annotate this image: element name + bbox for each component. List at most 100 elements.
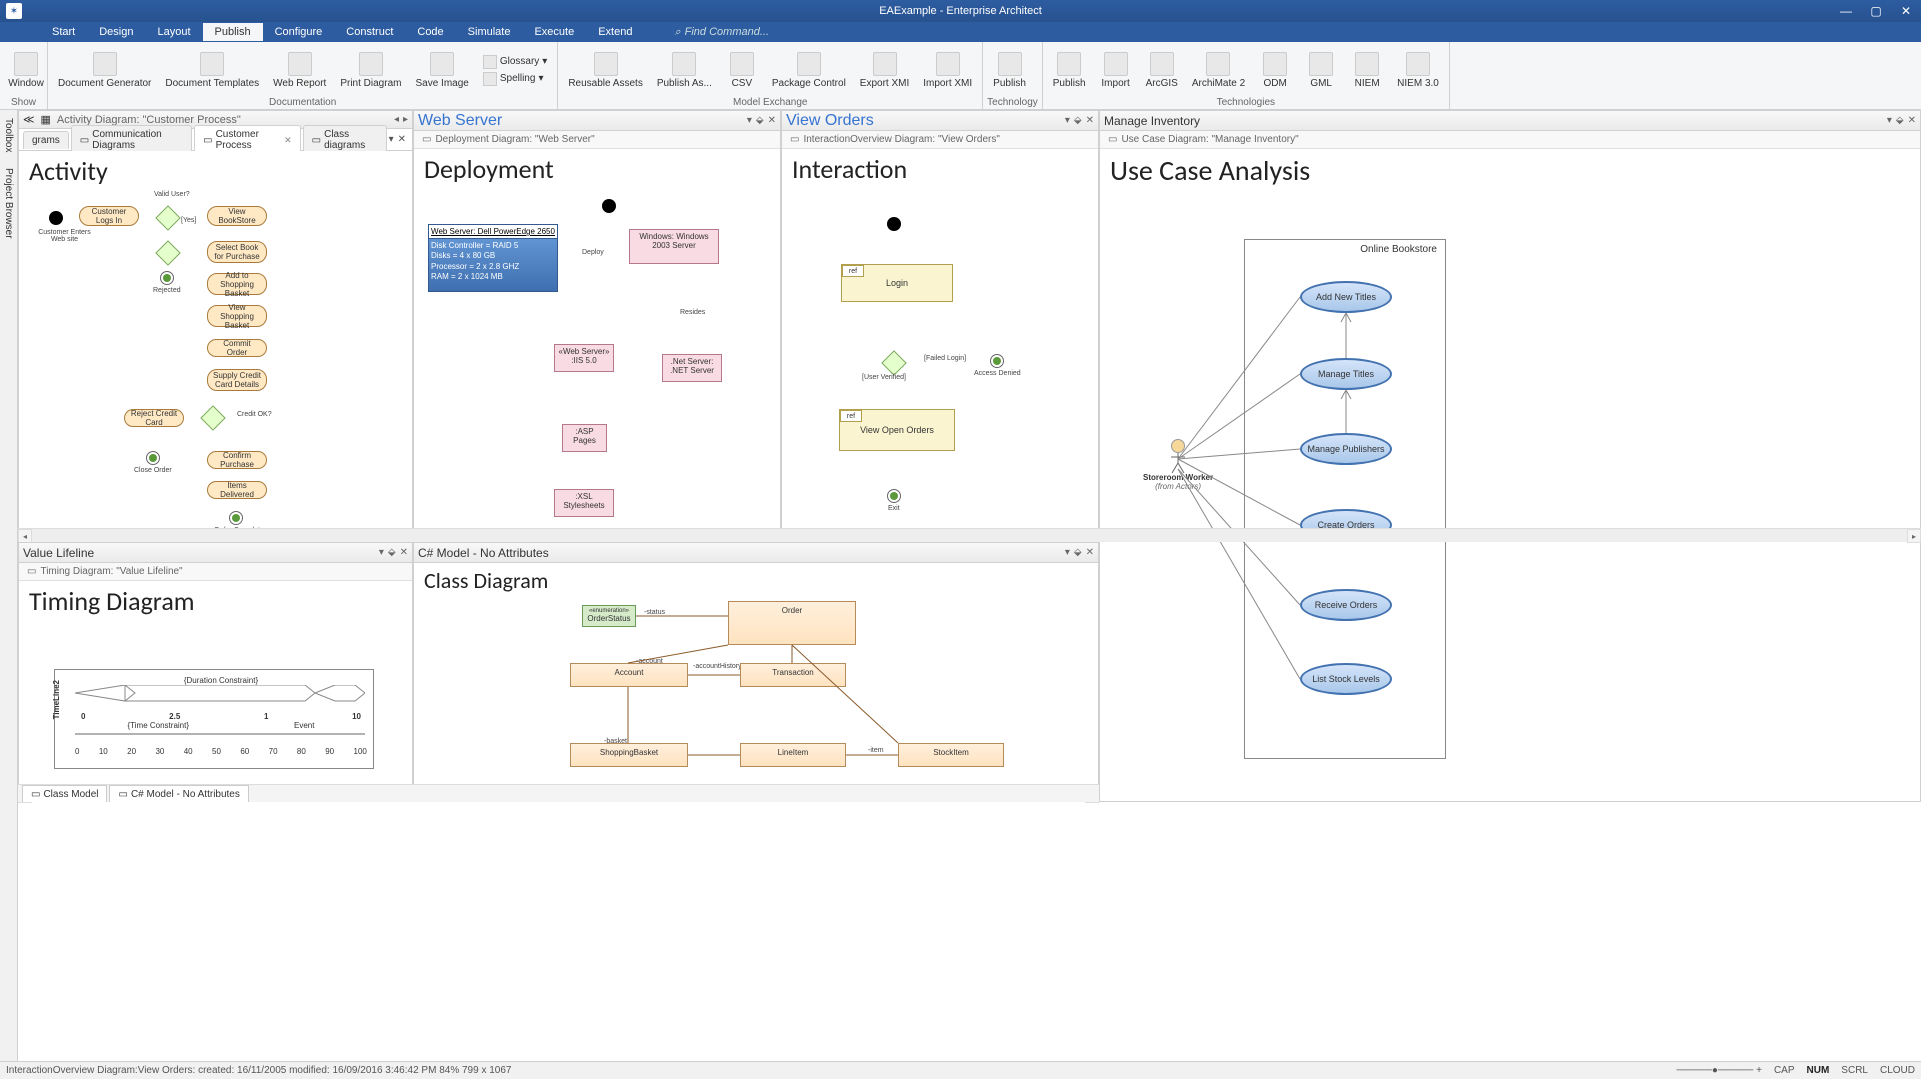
dropdown-icon[interactable]: ▾ [747,115,752,126]
close-tab-icon[interactable]: ✕ [284,135,292,146]
maximize-button[interactable]: ▢ [1861,0,1891,22]
decision-credit[interactable] [200,405,225,430]
tab-communication[interactable]: ▭Communication Diagrams [71,125,192,154]
nav-right-icon[interactable]: ▸ [403,114,408,125]
ribbon-web-report[interactable]: Web Report [267,50,332,91]
menu-design[interactable]: Design [87,23,145,41]
close-pane-icon[interactable]: ✕ [1086,547,1094,558]
ribbon-niem3[interactable]: NIEM 3.0 [1391,50,1445,91]
close-pane-icon[interactable]: ✕ [1086,115,1094,126]
int-initial[interactable] [887,217,901,231]
ribbon-publish-as[interactable]: Publish As... [651,50,718,91]
tab-menu-icon[interactable]: ▾ [389,134,394,145]
menu-layout[interactable]: Layout [145,23,202,41]
pin-icon[interactable]: ⬙ [388,547,396,558]
menu-execute[interactable]: Execute [522,23,586,41]
activity-canvas[interactable]: Activity Customer Logs In Valid User? [Y… [19,151,412,541]
ribbon-tech-publish[interactable]: Publish [1047,50,1092,91]
menu-configure[interactable]: Configure [263,23,335,41]
ribbon-reusable-assets[interactable]: Reusable Assets [562,50,649,91]
tab-csharp-model[interactable]: ▭C# Model - No Attributes [109,785,248,802]
toolbox-icon[interactable]: ▦ [41,113,51,126]
node-add[interactable]: Add to Shopping Basket [207,273,267,295]
decision-login[interactable] [881,350,906,375]
decision-valid[interactable] [155,205,180,230]
dropdown-icon[interactable]: ▾ [1887,115,1892,126]
final-access[interactable] [990,354,1004,368]
ribbon-import-xmi[interactable]: Import XMI [917,50,978,91]
project-browser-tab[interactable]: Project Browser [2,164,15,243]
toolbox-tab[interactable]: Toolbox [2,114,15,156]
initial-node[interactable] [49,211,63,225]
node-select[interactable]: Select Book for Purchase [207,241,267,263]
dep-iis[interactable]: «Web Server» :IIS 5.0 [554,344,614,372]
find-command[interactable]: ⌕ Find Command... [674,26,769,39]
ribbon-glossary[interactable]: Glossary ▾ [481,54,549,70]
ribbon-print-diagram[interactable]: Print Diagram [334,50,407,91]
ribbon-publish-tech[interactable]: Publish [987,50,1032,91]
close-pane-icon[interactable]: ✕ [1908,115,1916,126]
ribbon-gml[interactable]: GML [1299,50,1343,91]
node-commit[interactable]: Commit Order [207,339,267,357]
ribbon-odm[interactable]: ODM [1253,50,1297,91]
final-rejected[interactable] [160,271,174,285]
dep-asp[interactable]: :ASP Pages [562,424,607,452]
timing-canvas[interactable]: Timing Diagram TimeLine2 {Duration Const… [19,581,412,801]
menu-simulate[interactable]: Simulate [456,23,523,41]
dep-net[interactable]: .Net Server: .NET Server [662,354,722,382]
ribbon-window-button[interactable]: Window [4,50,48,91]
ribbon-package-control[interactable]: Package Control [766,50,852,91]
close-pane-icon[interactable]: ✕ [400,547,408,558]
tab-close-icon[interactable]: ✕ [398,134,406,145]
node-viewbasket[interactable]: View Shopping Basket [207,305,267,327]
close-pane-icon[interactable]: ✕ [768,115,776,126]
final-complete[interactable] [229,511,243,525]
ribbon-doc-generator[interactable]: Document Generator [52,50,157,91]
frame-login[interactable]: refLogin [841,264,953,302]
node-supplycc[interactable]: Supply Credit Card Details [207,369,267,391]
tab-class-model[interactable]: ▭Class Model [22,785,107,802]
frame-vieworders[interactable]: refView Open Orders [839,409,955,451]
pin-icon[interactable]: ⬙ [1896,115,1904,126]
pin-icon[interactable]: ⬙ [1074,115,1082,126]
ribbon-spelling[interactable]: Spelling ▾ [481,71,549,87]
nav-back-icon[interactable]: ≪ [23,113,35,126]
nav-left-icon[interactable]: ◂ [394,114,399,125]
ribbon-niem[interactable]: NIEM [1345,50,1389,91]
deployment-canvas[interactable]: Deployment Web Server: Dell PowerEdge 26… [414,149,780,541]
ribbon-tech-import[interactable]: Import [1094,50,1138,91]
dropdown-icon[interactable]: ▾ [1065,115,1070,126]
node-view[interactable]: View BookStore [207,206,267,226]
node-items[interactable]: Items Delivered [207,481,267,499]
breadcrumb[interactable]: Activity Diagram: "Customer Process" [57,114,241,126]
ribbon-csv[interactable]: CSV [720,50,764,91]
node-rejectcc[interactable]: Reject Credit Card [124,409,184,427]
ribbon-export-xmi[interactable]: Export XMI [854,50,915,91]
usecase-canvas[interactable]: Use Case Analysis Online Bookstore Store… [1100,149,1920,801]
minimize-button[interactable]: — [1831,0,1861,22]
pin-icon[interactable]: ⬙ [1074,547,1082,558]
ribbon-doc-templates[interactable]: Document Templates [159,50,265,91]
dropdown-icon[interactable]: ▾ [1065,547,1070,558]
dropdown-icon[interactable]: ▾ [379,547,384,558]
menu-extend[interactable]: Extend [586,23,644,41]
final-close[interactable] [146,451,160,465]
zoom-slider[interactable]: ─────●───── + [1676,1065,1762,1076]
ribbon-archimate[interactable]: ArchiMate 2 [1186,50,1251,91]
interaction-canvas[interactable]: Interaction refLogin [User Verified] [Fa… [782,149,1098,541]
ribbon-save-image[interactable]: Save Image [409,50,474,91]
dep-windows[interactable]: Windows: Windows 2003 Server [629,229,719,264]
tab-customer-process[interactable]: ▭Customer Process✕ [194,125,301,154]
pin-icon[interactable]: ⬙ [756,115,764,126]
node-confirm[interactable]: Confirm Purchase [207,451,267,469]
class-canvas[interactable]: Class Diagram «enumeration» OrderStatus … [414,563,1098,783]
usecase-scroll[interactable]: ◂▸ [18,528,1921,542]
menu-code[interactable]: Code [405,23,455,41]
menu-publish[interactable]: Publish [203,23,263,41]
menu-start[interactable]: Start [40,23,87,41]
dep-initial[interactable] [602,199,616,213]
tab-class-diagrams[interactable]: ▭Class diagrams [303,125,387,154]
dep-xsl[interactable]: :XSL Stylesheets [554,489,614,517]
dep-server[interactable]: Web Server: Dell PowerEdge 2650 Disk Con… [428,224,558,292]
timeline-frame[interactable]: TimeLine2 {Duration Constraint} 0 2.5 1 … [54,669,374,769]
